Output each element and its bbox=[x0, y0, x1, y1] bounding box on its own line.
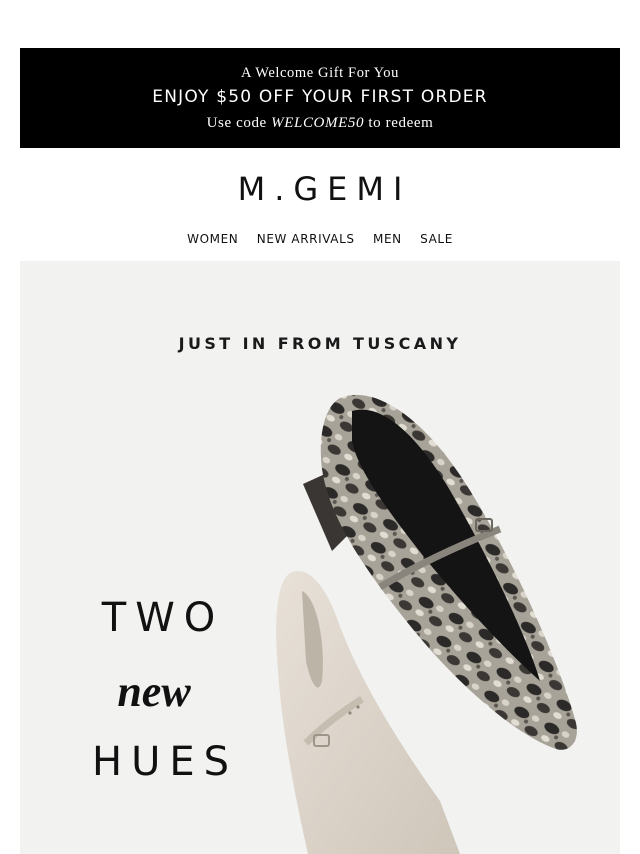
hero-headline-new: new bbox=[117, 667, 191, 716]
main-nav: WOMEN NEW ARRIVALS MEN SALE bbox=[0, 232, 640, 246]
promo-eyebrow: A Welcome Gift For You bbox=[241, 65, 399, 81]
promo-code: WELCOME50 bbox=[271, 115, 365, 131]
promo-code-prefix: Use code bbox=[206, 115, 272, 131]
promo-code-line: Use code WELCOME50 to redeem bbox=[20, 115, 620, 132]
brand-logo[interactable]: M.GEMI bbox=[0, 170, 640, 208]
hero-headline-two: TWO bbox=[101, 595, 225, 641]
hero-headline-hues: HUES bbox=[91, 739, 239, 785]
promo-banner[interactable]: A Welcome Gift For You ENJOY $50 OFF YOU… bbox=[20, 48, 620, 148]
hero-banner[interactable]: JUST IN FROM TUSCANY TWO new HUES bbox=[20, 261, 620, 854]
nav-item-new-arrivals[interactable]: NEW ARRIVALS bbox=[257, 232, 355, 246]
nav-item-sale[interactable]: SALE bbox=[420, 232, 453, 246]
promo-headline: ENJOY $50 OFF YOUR FIRST ORDER bbox=[152, 87, 488, 107]
nav-item-men[interactable]: MEN bbox=[373, 232, 402, 246]
hero-kicker: JUST IN FROM TUSCANY bbox=[178, 334, 462, 353]
promo-code-suffix: to redeem bbox=[364, 115, 434, 131]
nav-item-women[interactable]: WOMEN bbox=[187, 232, 238, 246]
